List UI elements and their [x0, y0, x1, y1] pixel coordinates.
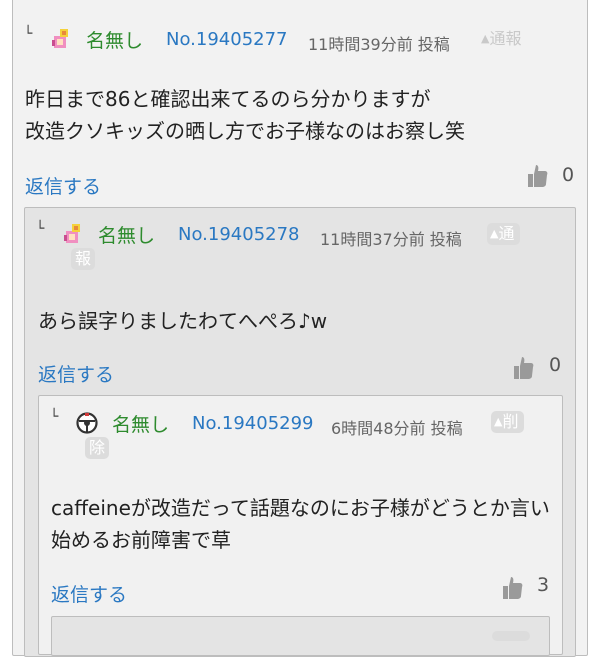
- post-body: 昨日まで86と確認出来てるのら分かりますが 改造クソキッズの晒し方でお子様なのは…: [25, 83, 465, 147]
- post-body-line: 始めるお前障害で草: [51, 528, 231, 552]
- report-button[interactable]: ▲通報: [478, 28, 527, 50]
- post-time: 6時間48分前 投稿: [331, 419, 463, 438]
- author-name[interactable]: 名無し: [98, 221, 155, 248]
- post-number[interactable]: No.19405278: [178, 224, 300, 245]
- like-count: 0: [562, 164, 575, 186]
- reply-corner-mark: └: [24, 26, 33, 42]
- post-number[interactable]: No.19405299: [192, 413, 314, 434]
- delete-button[interactable]: ▲削: [491, 411, 525, 433]
- post-time: 11時間39分前 投稿: [308, 35, 450, 54]
- post-body-line: 昨日まで86と確認出来てるのら分かりますが: [25, 87, 431, 111]
- like-count: 0: [549, 354, 562, 376]
- post-number[interactable]: No.19405277: [166, 29, 288, 50]
- thumbs-up-icon[interactable]: [513, 355, 535, 381]
- report-button-wrap[interactable]: 報: [71, 248, 96, 270]
- reply-corner-mark: └: [50, 409, 59, 425]
- girl-flower-avatar-icon: [52, 29, 68, 48]
- post-body-line: あら誤字りましたわてへぺろ♪w: [38, 309, 328, 333]
- post-body-line: 改造クソキッズの晒し方でお子様なのはお察し笑: [25, 119, 465, 143]
- comment-card-reply-partial: [51, 616, 550, 656]
- author-name[interactable]: 名無し: [86, 26, 143, 53]
- post-body: caffeineが改造だって話題なのにお子様がどうとか言い 始めるお前障害で草: [51, 492, 550, 556]
- like-count: 3: [537, 574, 550, 596]
- thumbs-up-icon[interactable]: [527, 163, 549, 189]
- thumbs-up-icon[interactable]: [502, 575, 524, 601]
- delete-button-wrap[interactable]: 除: [85, 437, 110, 459]
- reply-corner-mark: └: [36, 221, 45, 237]
- author-name[interactable]: 名無し: [112, 410, 169, 437]
- reply-link[interactable]: 返信する: [38, 360, 114, 387]
- post-time: 11時間37分前 投稿: [320, 230, 462, 249]
- post-body-line: caffeineが改造だって話題なのにお子様がどうとか言い: [51, 496, 550, 520]
- reply-link[interactable]: 返信する: [25, 172, 101, 199]
- report-button-partial[interactable]: [492, 631, 530, 641]
- reply-link[interactable]: 返信する: [51, 580, 127, 607]
- post-body: あら誤字りましたわてへぺろ♪w: [38, 305, 327, 337]
- report-button[interactable]: ▲通: [487, 223, 521, 245]
- girl-flower-avatar-icon: [64, 224, 80, 243]
- steering-wheel-avatar-icon: [76, 412, 98, 434]
